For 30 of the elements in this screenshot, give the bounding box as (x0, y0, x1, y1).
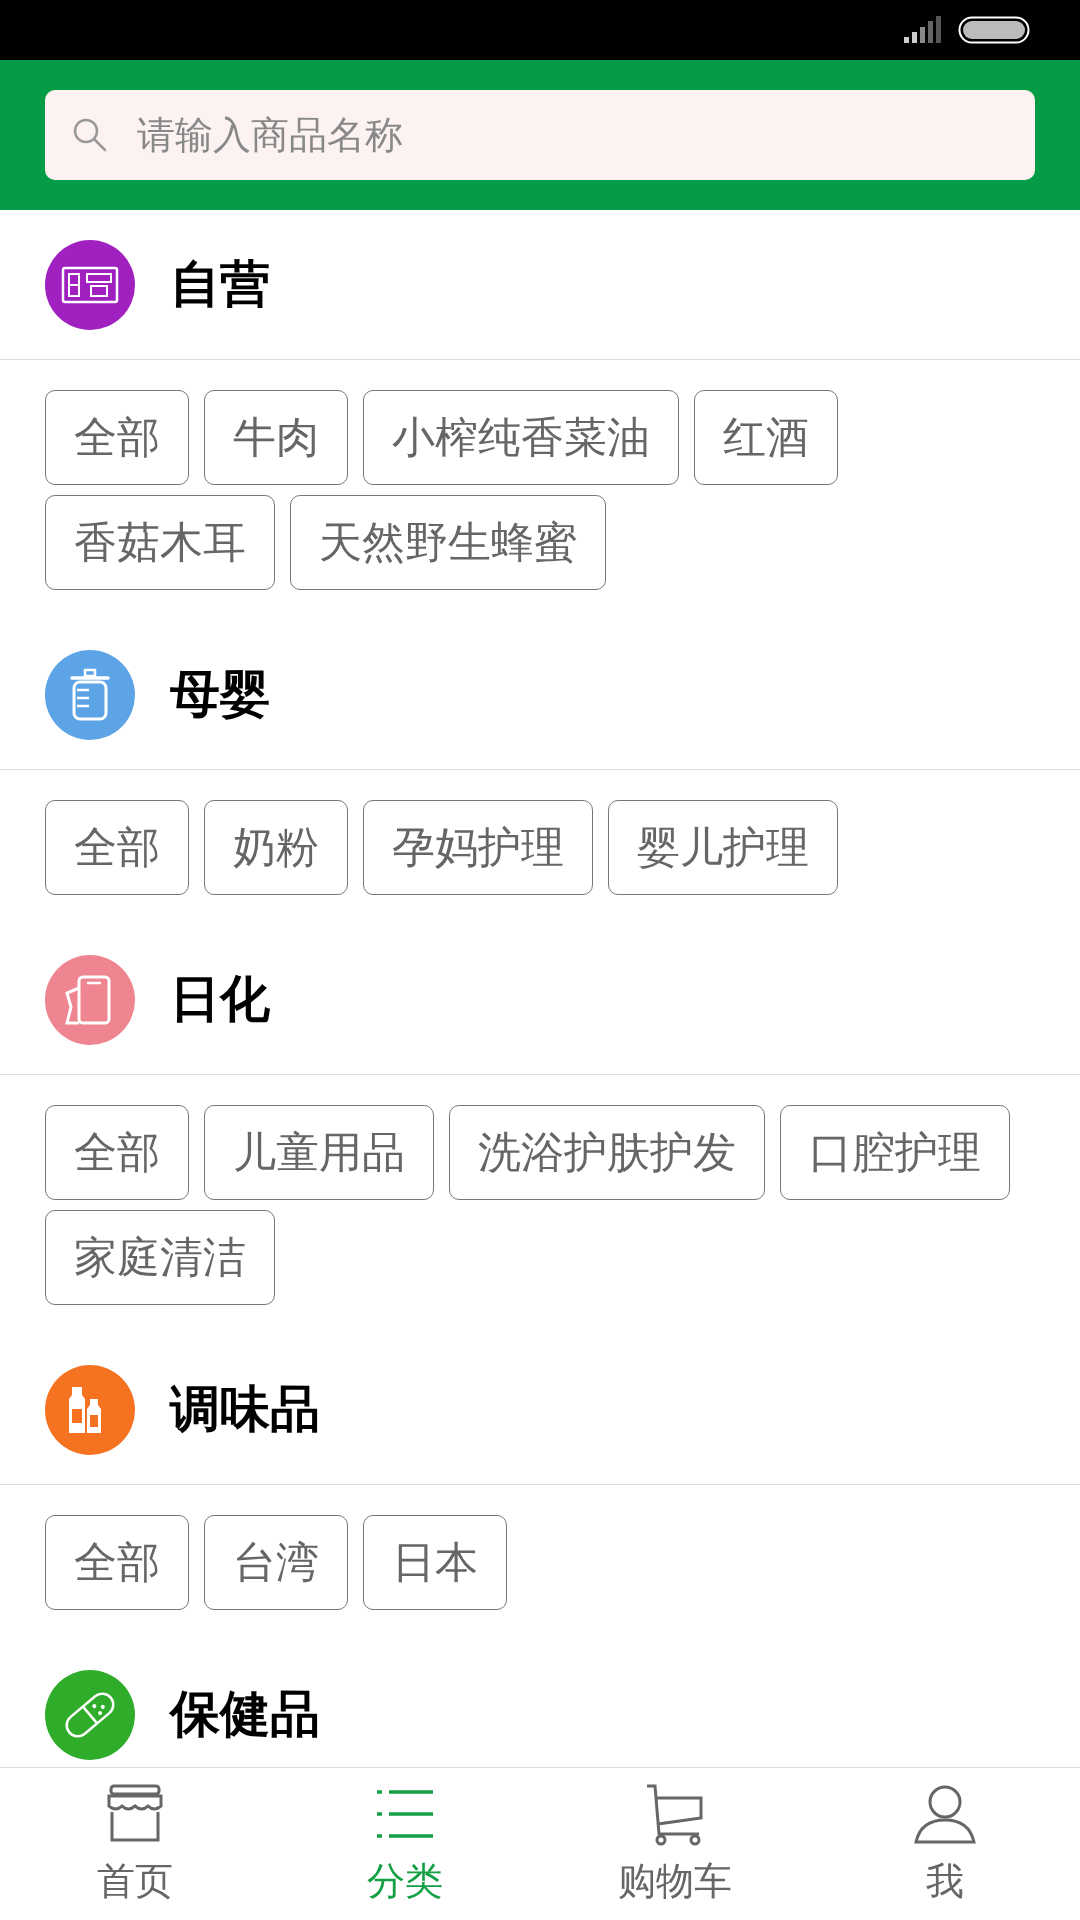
category-title: 保健品 (170, 1684, 320, 1745)
subcategory-tag[interactable]: 全部 (45, 800, 189, 895)
subcategory-tag[interactable]: 孕妈护理 (363, 800, 593, 895)
subcategory-tag[interactable]: 香菇木耳 (45, 495, 275, 590)
category-title: 日化 (170, 969, 270, 1030)
subcategory-tag[interactable]: 儿童用品 (204, 1105, 434, 1200)
subcategory-tag[interactable]: 全部 (45, 1105, 189, 1200)
search-field[interactable]: 请输入商品名称 (45, 90, 1035, 180)
nav-tab[interactable]: 分类 (270, 1768, 540, 1920)
subcategory-tag[interactable]: 全部 (45, 390, 189, 485)
subcategory-tag[interactable]: 台湾 (204, 1515, 348, 1610)
nav-tab[interactable]: 首页 (0, 1768, 270, 1920)
subcategory-tag[interactable]: 口腔护理 (780, 1105, 1010, 1200)
nav-tab[interactable]: 我 (810, 1768, 1080, 1920)
category-title: 自营 (170, 254, 270, 315)
subcategory-tag[interactable]: 家庭清洁 (45, 1210, 275, 1305)
category-title: 母婴 (170, 664, 270, 725)
subcategory-tag[interactable]: 婴儿护理 (608, 800, 838, 895)
nav-tab[interactable]: 购物车 (540, 1768, 810, 1920)
subcategory-tag[interactable]: 日本 (363, 1515, 507, 1610)
subcategory-tag[interactable]: 小榨纯香菜油 (363, 390, 679, 485)
signal-icon (902, 15, 942, 45)
subcategory-tag[interactable]: 全部 (45, 1515, 189, 1610)
subcategory-tag[interactable]: 天然野生蜂蜜 (290, 495, 606, 590)
subcategory-tag[interactable]: 洗浴护肤护发 (449, 1105, 765, 1200)
category-title: 调味品 (170, 1379, 320, 1440)
subcategory-tag[interactable]: 奶粉 (204, 800, 348, 895)
subcategory-tag[interactable]: 牛肉 (204, 390, 348, 485)
battery-icon (958, 16, 1030, 44)
subcategory-tag[interactable]: 红酒 (694, 390, 838, 485)
